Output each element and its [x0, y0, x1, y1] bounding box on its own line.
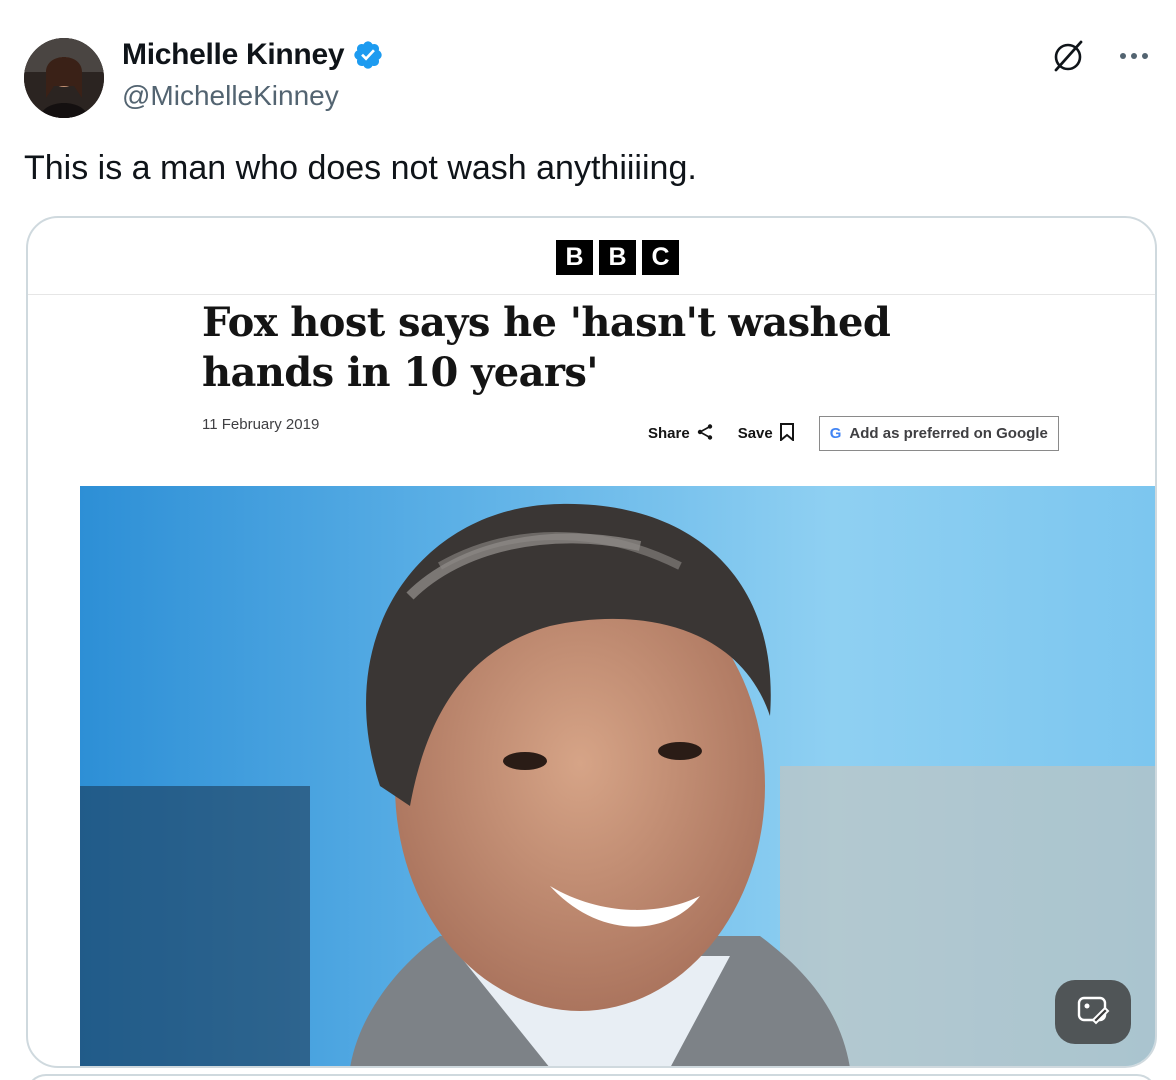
article-date: 11 February 2019 — [202, 416, 320, 433]
add-preferred-google-button: G Add as preferred on Google — [818, 416, 1059, 451]
save-button: Save — [737, 422, 795, 445]
bbc-logo: B B C — [556, 240, 679, 275]
bbc-logo-letter: C — [642, 240, 679, 275]
google-pref-label: Add as preferred on Google — [849, 425, 1048, 442]
more-icon[interactable] — [1114, 36, 1154, 76]
share-button: Share — [648, 423, 714, 445]
save-label: Save — [737, 425, 773, 442]
google-g-icon: G — [829, 425, 842, 442]
article-photo — [80, 486, 1155, 1066]
article-actions: Share Save G Add as preferred on Google — [648, 416, 1059, 451]
author-handle[interactable]: @MichelleKinney — [122, 80, 339, 112]
image-edit-button[interactable] — [1055, 980, 1131, 1044]
header-divider — [28, 294, 1155, 295]
image-edit-icon — [1076, 993, 1110, 1032]
next-card-edge — [26, 1074, 1157, 1080]
grok-icon[interactable] — [1048, 36, 1088, 76]
verified-badge-icon[interactable] — [352, 39, 384, 71]
author-display-name[interactable]: Michelle Kinney — [122, 38, 345, 72]
tweet: Michelle Kinney @MichelleKinney This is … — [0, 0, 1176, 1080]
bbc-logo-letter: B — [599, 240, 636, 275]
avatar[interactable] — [24, 38, 104, 118]
bookmark-icon — [779, 422, 795, 445]
tweet-top-actions — [1048, 36, 1154, 76]
media-card[interactable]: B B C Fox host says he 'hasn't washed ha… — [26, 216, 1157, 1068]
author-name-row: Michelle Kinney — [122, 38, 384, 72]
article-headline: Fox host says he 'hasn't washed hands in… — [202, 299, 891, 396]
bbc-logo-letter: B — [556, 240, 593, 275]
tweet-text: This is a man who does not wash anythiii… — [24, 149, 697, 187]
share-icon — [696, 423, 714, 445]
share-label: Share — [648, 425, 690, 442]
